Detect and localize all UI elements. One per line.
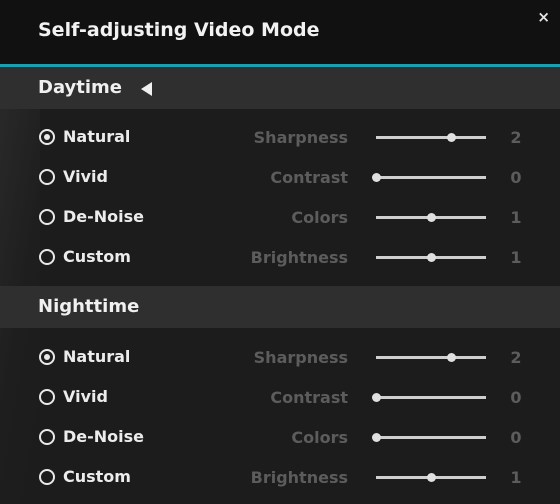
- daytime-param-label: Colors: [291, 208, 348, 227]
- daytime-param-label: Brightness: [250, 248, 348, 267]
- daytime-mode-label[interactable]: Natural: [63, 127, 130, 146]
- daytime-section-label: Daytime: [38, 77, 123, 98]
- slider-thumb[interactable]: [446, 353, 456, 362]
- daytime-row: Natural Sharpness 2: [0, 120, 560, 160]
- sharpness-slider[interactable]: [376, 353, 486, 362]
- nighttime-mode-label[interactable]: Custom: [63, 467, 131, 486]
- slider-thumb[interactable]: [372, 433, 381, 442]
- nighttime-mode-denoise-radio[interactable]: [39, 429, 55, 445]
- daytime-param-label: Contrast: [270, 168, 348, 187]
- close-icon[interactable]: ×: [537, 10, 550, 25]
- brightness-slider[interactable]: [376, 473, 486, 482]
- window-title: Self-adjusting Video Mode: [38, 19, 320, 41]
- daytime-mode-vivid-radio[interactable]: [39, 169, 55, 185]
- daytime-param-label: Sharpness: [253, 128, 348, 147]
- daytime-param-value: 2: [510, 128, 522, 147]
- slider-thumb[interactable]: [427, 213, 436, 222]
- daytime-row: Custom Brightness 1: [0, 240, 560, 280]
- nighttime-mode-label[interactable]: Natural: [63, 347, 130, 366]
- daytime-param-value: 1: [510, 248, 522, 267]
- slider-thumb[interactable]: [427, 253, 436, 262]
- collapse-arrow-icon[interactable]: [141, 82, 152, 96]
- daytime-mode-label[interactable]: De-Noise: [63, 207, 144, 226]
- daytime-mode-natural-radio[interactable]: [39, 129, 55, 145]
- brightness-slider[interactable]: [376, 253, 486, 262]
- daytime-mode-label[interactable]: Custom: [63, 247, 131, 266]
- nighttime-mode-natural-radio[interactable]: [39, 349, 55, 365]
- sharpness-slider[interactable]: [376, 133, 486, 142]
- nighttime-param-value: 2: [510, 348, 522, 367]
- contrast-slider[interactable]: [372, 393, 486, 402]
- nighttime-mode-label[interactable]: De-Noise: [63, 427, 144, 446]
- nighttime-mode-label[interactable]: Vivid: [63, 387, 108, 406]
- title-bar: Self-adjusting Video Mode ×: [0, 0, 560, 64]
- video-mode-window: Self-adjusting Video Mode × Daytime Natu…: [0, 0, 560, 504]
- nighttime-param-label: Contrast: [270, 388, 348, 407]
- slider-thumb[interactable]: [372, 393, 381, 402]
- slider-thumb[interactable]: [446, 133, 456, 142]
- nighttime-section-label: Nighttime: [38, 296, 140, 317]
- slider-thumb[interactable]: [372, 173, 381, 182]
- nighttime-param-label: Brightness: [250, 468, 348, 487]
- nighttime-param-value: 0: [510, 388, 522, 407]
- nighttime-param-label: Colors: [291, 428, 348, 447]
- nighttime-param-value: 1: [510, 468, 522, 487]
- nighttime-row: Custom Brightness 1: [0, 460, 560, 500]
- daytime-row: Vivid Contrast 0: [0, 160, 560, 200]
- nighttime-row: Vivid Contrast 0: [0, 380, 560, 420]
- daytime-mode-custom-radio[interactable]: [39, 249, 55, 265]
- nighttime-param-value: 0: [510, 428, 522, 447]
- daytime-param-value: 0: [510, 168, 522, 187]
- colors-slider[interactable]: [372, 433, 486, 442]
- colors-slider[interactable]: [376, 213, 486, 222]
- daytime-mode-label[interactable]: Vivid: [63, 167, 108, 186]
- nighttime-param-label: Sharpness: [253, 348, 348, 367]
- daytime-section-header: Daytime: [0, 67, 560, 109]
- slider-thumb[interactable]: [427, 473, 436, 482]
- contrast-slider[interactable]: [372, 173, 486, 182]
- nighttime-row: De-Noise Colors 0: [0, 420, 560, 460]
- daytime-row: De-Noise Colors 1: [0, 200, 560, 240]
- nighttime-row: Natural Sharpness 2: [0, 340, 560, 380]
- daytime-mode-denoise-radio[interactable]: [39, 209, 55, 225]
- nighttime-section-header: Nighttime: [0, 286, 560, 328]
- nighttime-mode-custom-radio[interactable]: [39, 469, 55, 485]
- daytime-param-value: 1: [510, 208, 522, 227]
- nighttime-mode-vivid-radio[interactable]: [39, 389, 55, 405]
